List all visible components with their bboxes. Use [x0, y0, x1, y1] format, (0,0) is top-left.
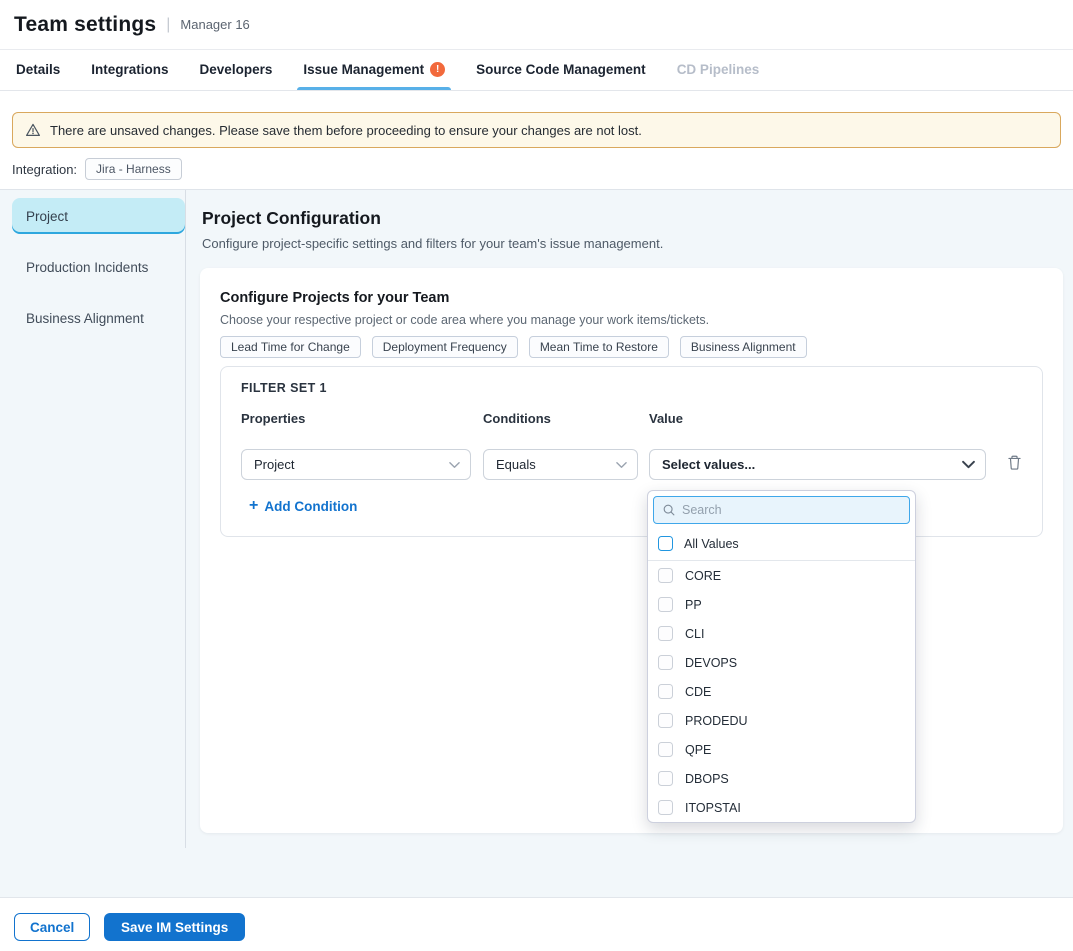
checkbox[interactable] — [658, 626, 673, 641]
checkbox[interactable] — [658, 713, 673, 728]
chevron-down-icon — [962, 460, 975, 469]
checkbox[interactable] — [658, 568, 673, 583]
main-panel: Project Configuration Configure project-… — [186, 190, 1073, 897]
warning-triangle-icon — [25, 122, 41, 138]
dropdown-options-list: CORE PP CLI DEVOPS — [648, 561, 915, 823]
chip-lead-time-for-change: Lead Time for Change — [220, 336, 361, 358]
option-cde[interactable]: CDE — [648, 677, 915, 706]
tab-integrations[interactable]: Integrations — [91, 62, 168, 90]
checkbox[interactable] — [658, 597, 673, 612]
notice-area: There are unsaved changes. Please save t… — [0, 91, 1073, 190]
plus-icon: + — [249, 498, 258, 514]
option-devops[interactable]: DEVOPS — [648, 648, 915, 677]
column-header-value: Value — [649, 411, 683, 426]
checkbox[interactable] — [658, 742, 673, 757]
tab-bar: Details Integrations Developers Issue Ma… — [0, 50, 1073, 91]
search-icon — [662, 503, 676, 517]
checkbox[interactable] — [658, 684, 673, 699]
unsaved-changes-banner: There are unsaved changes. Please save t… — [12, 112, 1061, 148]
column-header-properties: Properties — [241, 411, 305, 426]
option-pp[interactable]: PP — [648, 590, 915, 619]
integration-label: Integration: — [12, 162, 77, 177]
chip-mean-time-to-restore: Mean Time to Restore — [529, 336, 669, 358]
checkbox[interactable] — [658, 800, 673, 815]
value-multiselect[interactable]: Select values... — [649, 449, 986, 480]
column-header-conditions: Conditions — [483, 411, 551, 426]
sidebar-item-project[interactable]: Project — [12, 198, 185, 234]
team-settings-page: Team settings | Manager 16 Details Integ… — [0, 0, 1073, 951]
value-dropdown-panel: All Values CORE PP CLI — [647, 490, 916, 823]
tab-details[interactable]: Details — [16, 62, 60, 90]
trash-icon — [1006, 454, 1023, 474]
select-all-option[interactable]: All Values — [648, 529, 915, 561]
option-pipe[interactable]: PIPE — [648, 822, 915, 823]
tab-issue-management[interactable]: Issue Management ! — [303, 62, 445, 90]
checkbox[interactable] — [658, 655, 673, 670]
chevron-down-icon — [449, 461, 460, 469]
section-title: Project Configuration — [202, 208, 381, 229]
tab-source-code-management[interactable]: Source Code Management — [476, 62, 646, 90]
title-separator: | — [166, 16, 170, 34]
option-dbops[interactable]: DBOPS — [648, 764, 915, 793]
project-configuration-card: Configure Projects for your Team Choose … — [200, 268, 1063, 833]
footer-bar: Cancel Save IM Settings — [0, 897, 1073, 951]
sidebar-item-business-alignment[interactable]: Business Alignment — [12, 300, 185, 336]
save-im-settings-button[interactable]: Save IM Settings — [104, 913, 245, 941]
property-select[interactable]: Project — [241, 449, 471, 480]
chip-business-alignment: Business Alignment — [680, 336, 807, 358]
all-values-checkbox[interactable] — [658, 536, 673, 551]
integration-row: Integration: Jira - Harness — [12, 158, 182, 180]
delete-condition-button[interactable] — [1004, 454, 1024, 474]
unsaved-changes-badge-icon: ! — [430, 62, 445, 77]
sidebar-item-production-incidents[interactable]: Production Incidents — [12, 249, 185, 285]
checkbox[interactable] — [658, 771, 673, 786]
card-description: Choose your respective project or code a… — [220, 313, 709, 327]
option-cli[interactable]: CLI — [648, 619, 915, 648]
integration-chip[interactable]: Jira - Harness — [85, 158, 182, 180]
page-title: Team settings — [14, 13, 156, 37]
chevron-down-icon — [616, 461, 627, 469]
option-itopstai[interactable]: ITOPSTAI — [648, 793, 915, 822]
banner-text: There are unsaved changes. Please save t… — [50, 123, 642, 138]
tab-developers[interactable]: Developers — [200, 62, 273, 90]
option-prodedu[interactable]: PRODEDU — [648, 706, 915, 735]
metric-chips: Lead Time for Change Deployment Frequenc… — [220, 336, 807, 358]
dropdown-search-box — [653, 496, 910, 524]
card-title: Configure Projects for your Team — [220, 290, 449, 306]
add-condition-button[interactable]: + Add Condition — [249, 498, 357, 514]
chip-deployment-frequency: Deployment Frequency — [372, 336, 518, 358]
condition-select[interactable]: Equals — [483, 449, 638, 480]
settings-body: Project Production Incidents Business Al… — [0, 190, 1073, 897]
cancel-button[interactable]: Cancel — [14, 913, 90, 941]
page-subtitle: Manager 16 — [180, 17, 249, 32]
dropdown-search-input[interactable] — [682, 503, 901, 517]
tab-cd-pipelines: CD Pipelines — [677, 62, 760, 90]
option-core[interactable]: CORE — [648, 561, 915, 590]
sidebar: Project Production Incidents Business Al… — [0, 190, 185, 336]
option-qpe[interactable]: QPE — [648, 735, 915, 764]
page-header: Team settings | Manager 16 — [0, 0, 1073, 50]
section-description: Configure project-specific settings and … — [202, 236, 663, 251]
filter-set-title: FILTER SET 1 — [241, 381, 327, 395]
filter-set-1: FILTER SET 1 Properties Conditions Value… — [220, 366, 1043, 537]
